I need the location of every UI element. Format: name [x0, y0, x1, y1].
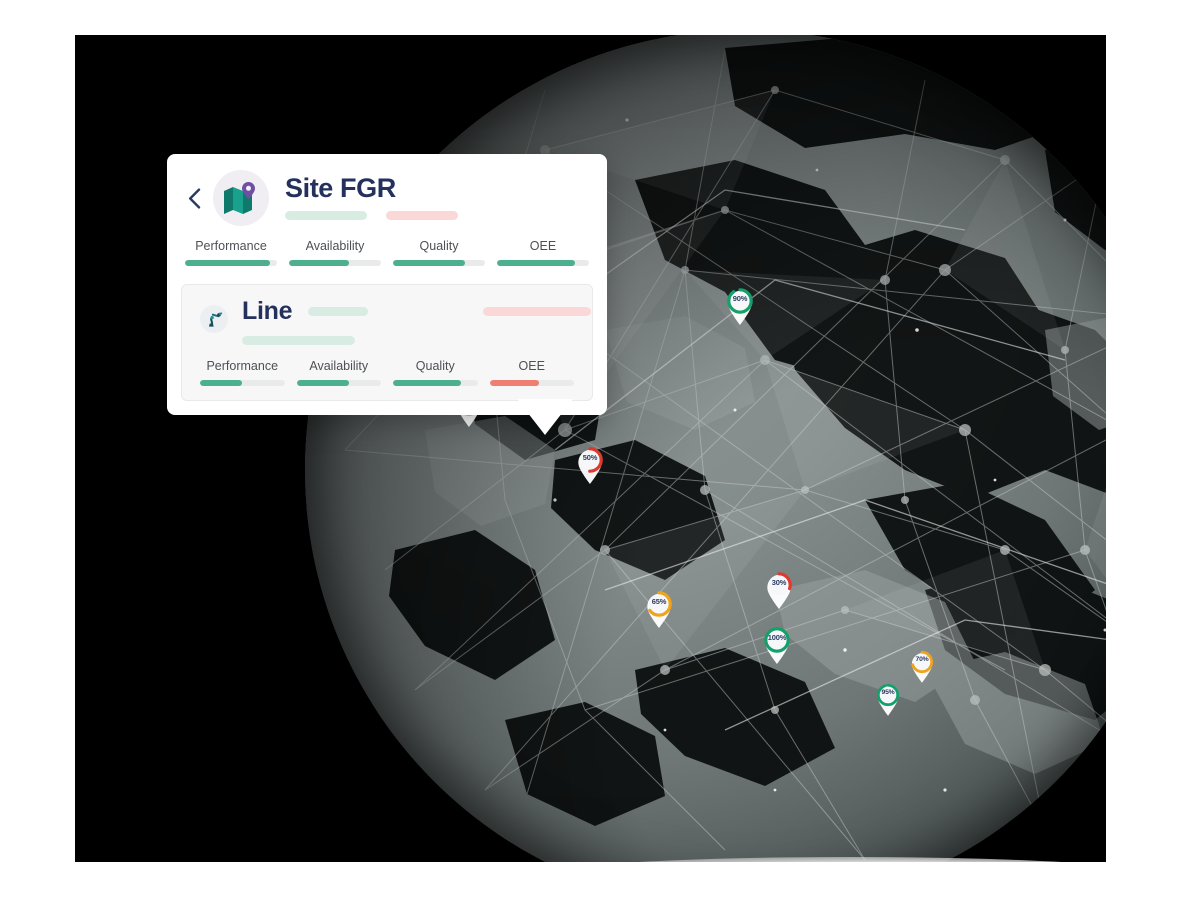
line-metric-bar-fill — [489, 380, 539, 386]
site-metric-label: Quality — [419, 239, 459, 253]
site-metric-bar-track — [185, 260, 277, 266]
title-placeholder-green — [285, 211, 367, 221]
pin-value-label: 50% — [582, 453, 598, 462]
site-metric-label: Availability — [305, 239, 365, 253]
pin-shape — [577, 447, 603, 484]
line-metric-label: Quality — [415, 359, 455, 373]
line-metric-quality: Quality — [393, 359, 478, 386]
robot-arm-icon — [208, 311, 222, 327]
map-backdrop: 90%75%50%65%30%100%70%95% — [75, 35, 1106, 862]
site-metric-bar-track — [497, 260, 589, 266]
line-metric-bar-track — [393, 380, 478, 386]
pin-value-label: 95% — [881, 689, 895, 696]
site-metric-bar-fill — [185, 260, 270, 266]
line-metric-oee: OEE — [489, 359, 574, 386]
line-metric-bar-fill — [296, 380, 349, 386]
popup-card-tail — [517, 399, 573, 435]
line-detail-card[interactable]: Line Performance Availability Quality OEE — [181, 284, 593, 401]
site-metric-availability: Availability — [289, 239, 381, 266]
line-metric-label: Availability — [309, 359, 369, 373]
pin-value-label: 100% — [767, 633, 787, 642]
line-metrics-row: Performance Availability Quality OEE — [186, 345, 588, 386]
site-metric-quality: Quality — [393, 239, 485, 266]
pin-shape — [876, 683, 900, 716]
line-sub-placeholder-green — [242, 336, 355, 345]
line-metric-bar-fill — [200, 380, 243, 386]
line-header-text: Line — [242, 297, 592, 345]
card-header-text: Site FGR — [285, 173, 585, 221]
screenshot-root: 90%75%50%65%30%100%70%95% — [0, 0, 1201, 901]
pin-value-label: 70% — [915, 656, 929, 663]
site-metric-bar-track — [393, 260, 485, 266]
line-card-header: Line — [186, 297, 592, 345]
pin-shape — [727, 288, 753, 325]
site-metric-label: Performance — [195, 239, 267, 253]
line-metric-bar-track — [296, 380, 381, 386]
title-placeholder-row — [285, 211, 585, 221]
pin-90[interactable]: 90% — [725, 286, 755, 326]
pin-value-label: 65% — [651, 597, 667, 606]
pin-shape — [766, 572, 792, 609]
line-metric-label: OEE — [518, 359, 545, 373]
pin-shape — [646, 591, 672, 628]
line-title: Line — [242, 297, 293, 325]
line-metric-bar-track — [200, 380, 285, 386]
line-metric-availability: Availability — [296, 359, 381, 386]
pin-value-label: 30% — [771, 578, 787, 587]
card-header: Site FGR — [167, 154, 607, 226]
line-title-placeholder-green — [308, 307, 369, 316]
site-metric-label: OEE — [529, 239, 557, 253]
site-metric-bar-fill — [289, 260, 349, 266]
site-metric-oee: OEE — [497, 239, 589, 266]
pin-95[interactable]: 95% — [875, 682, 901, 717]
site-metrics-row: Performance Availability Quality OEE — [167, 226, 607, 266]
line-metric-bar-track — [489, 380, 574, 386]
site-metric-bar-fill — [393, 260, 465, 266]
line-title-placeholder-red — [483, 307, 592, 316]
site-avatar — [213, 170, 269, 226]
site-metric-performance: Performance — [185, 239, 277, 266]
pin-50[interactable]: 50% — [575, 445, 605, 485]
site-detail-popup-card[interactable]: Site FGR Performance Availability Quality O… — [167, 154, 607, 415]
line-metric-label: Performance — [206, 359, 279, 373]
back-button[interactable] — [183, 178, 205, 218]
line-avatar — [200, 305, 228, 333]
title-placeholder-red — [386, 211, 458, 221]
map-pin-icon — [224, 182, 255, 214]
pin-30[interactable]: 30% — [764, 570, 794, 610]
pin-shape — [910, 650, 934, 683]
pin-65[interactable]: 65% — [644, 589, 674, 629]
line-metric-bar-fill — [393, 380, 462, 386]
pin-100[interactable]: 100% — [762, 625, 792, 665]
line-title-row: Line — [242, 297, 592, 325]
line-metric-performance: Performance — [200, 359, 285, 386]
pin-shape — [764, 627, 790, 664]
pin-value-label: 90% — [732, 294, 748, 303]
site-metric-bar-track — [289, 260, 381, 266]
page-title: Site FGR — [285, 173, 396, 203]
pin-70[interactable]: 70% — [909, 649, 935, 684]
site-metric-bar-fill — [497, 260, 576, 266]
chevron-left-icon — [188, 187, 200, 209]
